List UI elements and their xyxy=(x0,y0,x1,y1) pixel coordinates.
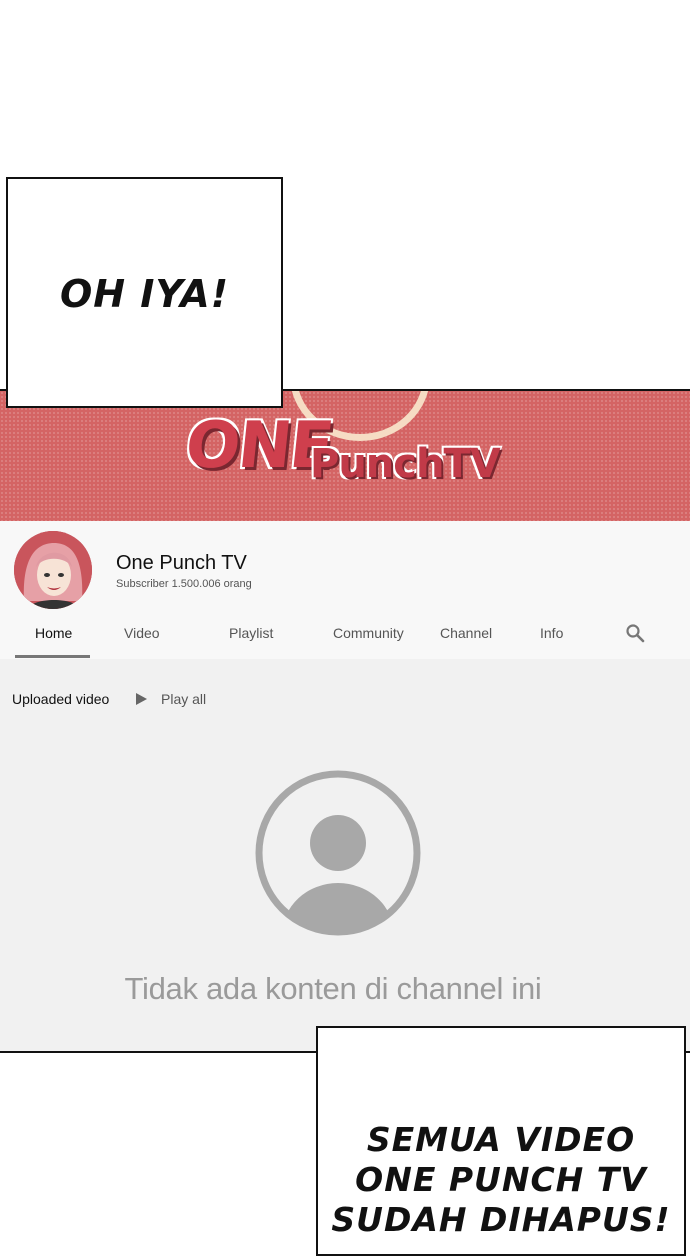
channel-header: One Punch TV Subscriber 1.500.006 orang … xyxy=(0,521,690,659)
tab-community[interactable]: Community xyxy=(333,625,404,641)
channel-tabs: Home Video Playlist Community Channel In… xyxy=(0,613,690,659)
tab-video[interactable]: Video xyxy=(124,625,160,641)
tab-home[interactable]: Home xyxy=(35,625,72,641)
channel-avatar[interactable] xyxy=(14,531,92,609)
uploaded-video-heading: Uploaded video xyxy=(12,691,110,707)
channel-name: One Punch TV xyxy=(116,552,247,574)
speech-line-3: SUDAH DIHAPUS! xyxy=(331,1200,671,1239)
play-icon xyxy=(136,693,147,705)
speech-line-1: SEMUA VIDEO xyxy=(366,1120,636,1159)
empty-state-message: Tidak ada konten di channel ini xyxy=(124,971,542,1006)
channel-screen: ONE PunchTV One Punch TV Subscriber 1.50… xyxy=(0,389,690,1053)
tab-playlist[interactable]: Playlist xyxy=(229,625,273,641)
active-tab-indicator xyxy=(15,655,90,658)
play-all-button[interactable]: Play all xyxy=(136,691,206,707)
tab-channel[interactable]: Channel xyxy=(440,625,492,641)
tab-info[interactable]: Info xyxy=(540,625,563,641)
avatar-portrait-icon xyxy=(14,531,92,609)
user-placeholder-icon xyxy=(255,770,421,936)
channel-banner: ONE PunchTV xyxy=(0,391,690,521)
play-all-label: Play all xyxy=(161,691,207,707)
channel-content: Uploaded video Play all Tidak ada konten… xyxy=(0,659,690,1051)
speech-bubble-bottom: SEMUA VIDEO ONE PUNCH TV SUDAH DIHAPUS! xyxy=(316,1026,686,1256)
speech-bubble-top: OH IYA! xyxy=(6,177,283,408)
speech-line-2: ONE PUNCH TV xyxy=(355,1160,647,1199)
search-icon[interactable] xyxy=(625,623,645,643)
speech-text-top: OH IYA! xyxy=(59,272,230,316)
banner-logo-punch: PunchTV xyxy=(310,441,501,487)
subscriber-count: Subscriber 1.500.006 orang xyxy=(116,578,252,590)
